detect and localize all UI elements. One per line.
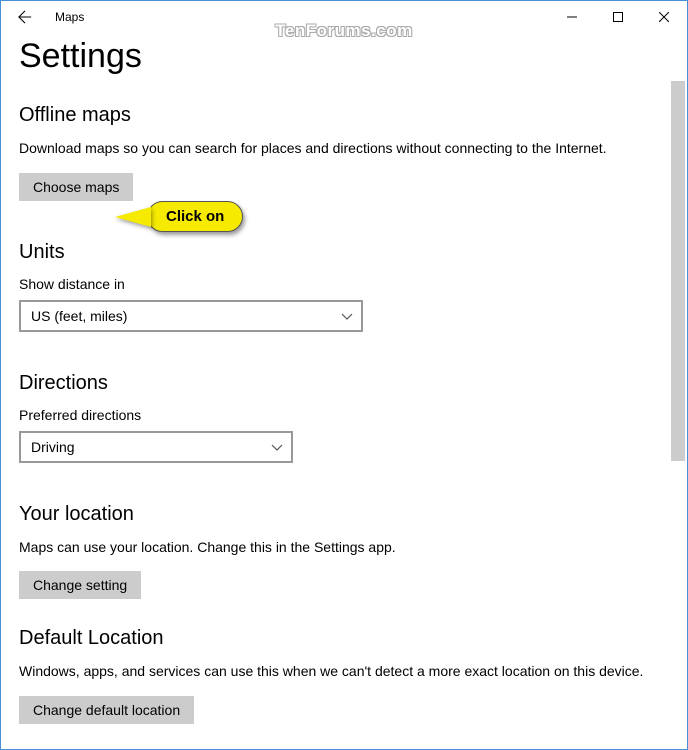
change-default-location-button[interactable]: Change default location bbox=[19, 696, 194, 724]
maximize-icon bbox=[613, 12, 623, 22]
window-controls bbox=[549, 1, 687, 33]
offline-maps-heading: Offline maps bbox=[19, 104, 669, 127]
back-button[interactable] bbox=[9, 1, 41, 33]
scrollbar-thumb[interactable] bbox=[671, 81, 685, 461]
chevron-down-icon bbox=[341, 310, 353, 322]
units-dropdown-value: US (feet, miles) bbox=[31, 308, 127, 324]
section-offline-maps: Offline maps Download maps so you can se… bbox=[19, 104, 669, 201]
your-location-desc: Maps can use your location. Change this … bbox=[19, 538, 669, 558]
directions-heading: Directions bbox=[19, 372, 669, 395]
maximize-button[interactable] bbox=[595, 1, 641, 33]
minimize-button[interactable] bbox=[549, 1, 595, 33]
choose-maps-button[interactable]: Choose maps bbox=[19, 173, 133, 201]
change-setting-button[interactable]: Change setting bbox=[19, 571, 141, 599]
chevron-down-icon bbox=[271, 441, 283, 453]
default-location-heading: Default Location bbox=[19, 627, 669, 650]
settings-content: Settings Offline maps Download maps so y… bbox=[1, 33, 687, 749]
close-button[interactable] bbox=[641, 1, 687, 33]
section-directions: Directions Preferred directions Driving bbox=[19, 372, 669, 463]
app-title: Maps bbox=[55, 10, 84, 24]
section-your-location: Your location Maps can use your location… bbox=[19, 503, 669, 600]
your-location-heading: Your location bbox=[19, 503, 669, 526]
units-label: Show distance in bbox=[19, 276, 669, 292]
default-location-desc: Windows, apps, and services can use this… bbox=[19, 662, 669, 682]
directions-dropdown[interactable]: Driving bbox=[19, 431, 293, 463]
offline-maps-desc: Download maps so you can search for plac… bbox=[19, 139, 669, 159]
units-heading: Units bbox=[19, 241, 669, 264]
section-default-location: Default Location Windows, apps, and serv… bbox=[19, 627, 669, 724]
page-title: Settings bbox=[19, 37, 669, 76]
units-dropdown[interactable]: US (feet, miles) bbox=[19, 300, 363, 332]
close-icon bbox=[659, 12, 669, 22]
directions-label: Preferred directions bbox=[19, 407, 669, 423]
minimize-icon bbox=[567, 12, 577, 22]
section-units: Units Show distance in US (feet, miles) bbox=[19, 241, 669, 332]
arrow-left-icon bbox=[18, 10, 32, 24]
titlebar: Maps bbox=[1, 1, 687, 33]
directions-dropdown-value: Driving bbox=[31, 439, 75, 455]
